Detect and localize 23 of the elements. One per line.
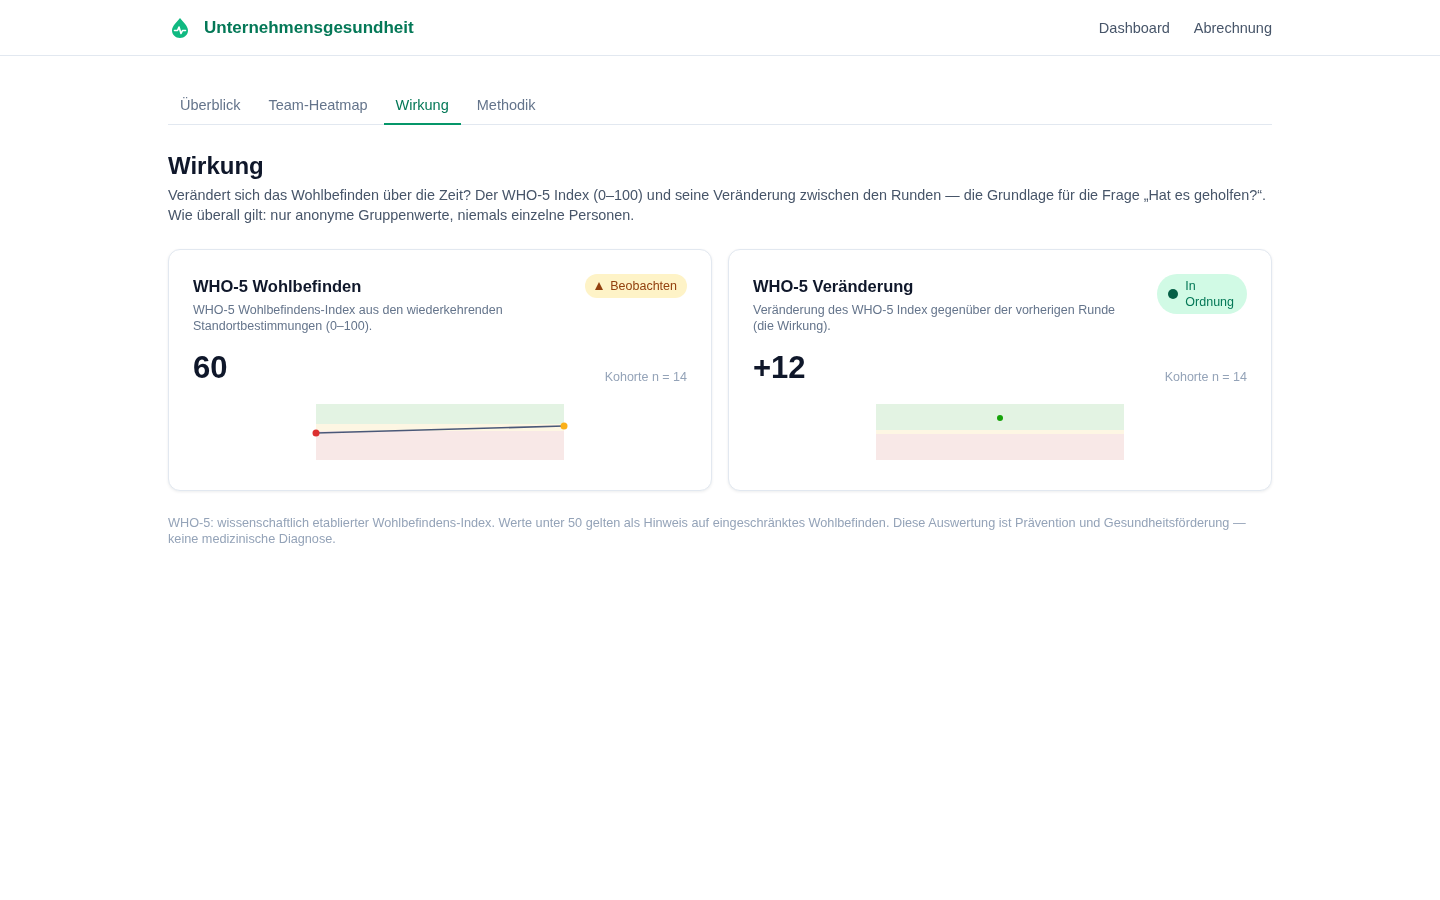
status-badge: In Ordnung [1157,274,1247,314]
card-title: WHO-5 Veränderung [753,276,915,297]
metric-value: 60 [193,350,228,386]
warning-triangle-icon [595,282,604,290]
brand-name[interactable]: Unternehmensgesundheit [204,17,414,38]
cohort-size: Kohorte n = 14 [604,369,687,385]
nav-link[interactable]: Abrechnung [1193,19,1272,36]
tab[interactable]: Methodik [464,88,548,125]
intro-text: Verändert sich das Wohlbefinden über die Zeit? Der WHO-5 Index (0–100) und seine Veränderung zwischen den Runden — die Grundlage für die Frage „Hat es geholfen?“. Wie überall gilt: nur anonyme Gruppenwerte, niemals einzelne Personen. [168,186,1268,225]
card-description: Veränderung des WHO-5 Index gegenüber der vorherigen Runde (die Wirkung). [753,302,1117,334]
status-badge: Beobachten [585,274,687,298]
drop-pulse-icon [171,17,189,38]
nav-link[interactable]: Dashboard [1098,19,1170,36]
cohort-size: Kohorte n = 14 [1164,369,1247,385]
section-title: Wirkung [168,151,265,181]
tab[interactable]: Überblick [168,88,253,125]
tab[interactable]: Team-Heatmap [256,88,380,125]
tab[interactable]: Wirkung [383,88,461,125]
card-title: WHO-5 Wohlbefinden [193,276,363,297]
metric-value: +12 [753,350,806,386]
card-description: WHO-5 Wohlbefindens-Index aus den wiederkehrenden Standortbestimmungen (0–100). [193,302,504,334]
footnote-text: WHO-5: wissenschaftlich etablierter Wohlbefindens-Index. Werte unter 50 gelten als Hinweis auf eingeschränktes Wohlbefinden. Diese Auswertung ist Prävention und Gesundheitsförderung — keine medizinische Diagnose. [168,515,1247,547]
status-dot-icon [1168,289,1179,299]
